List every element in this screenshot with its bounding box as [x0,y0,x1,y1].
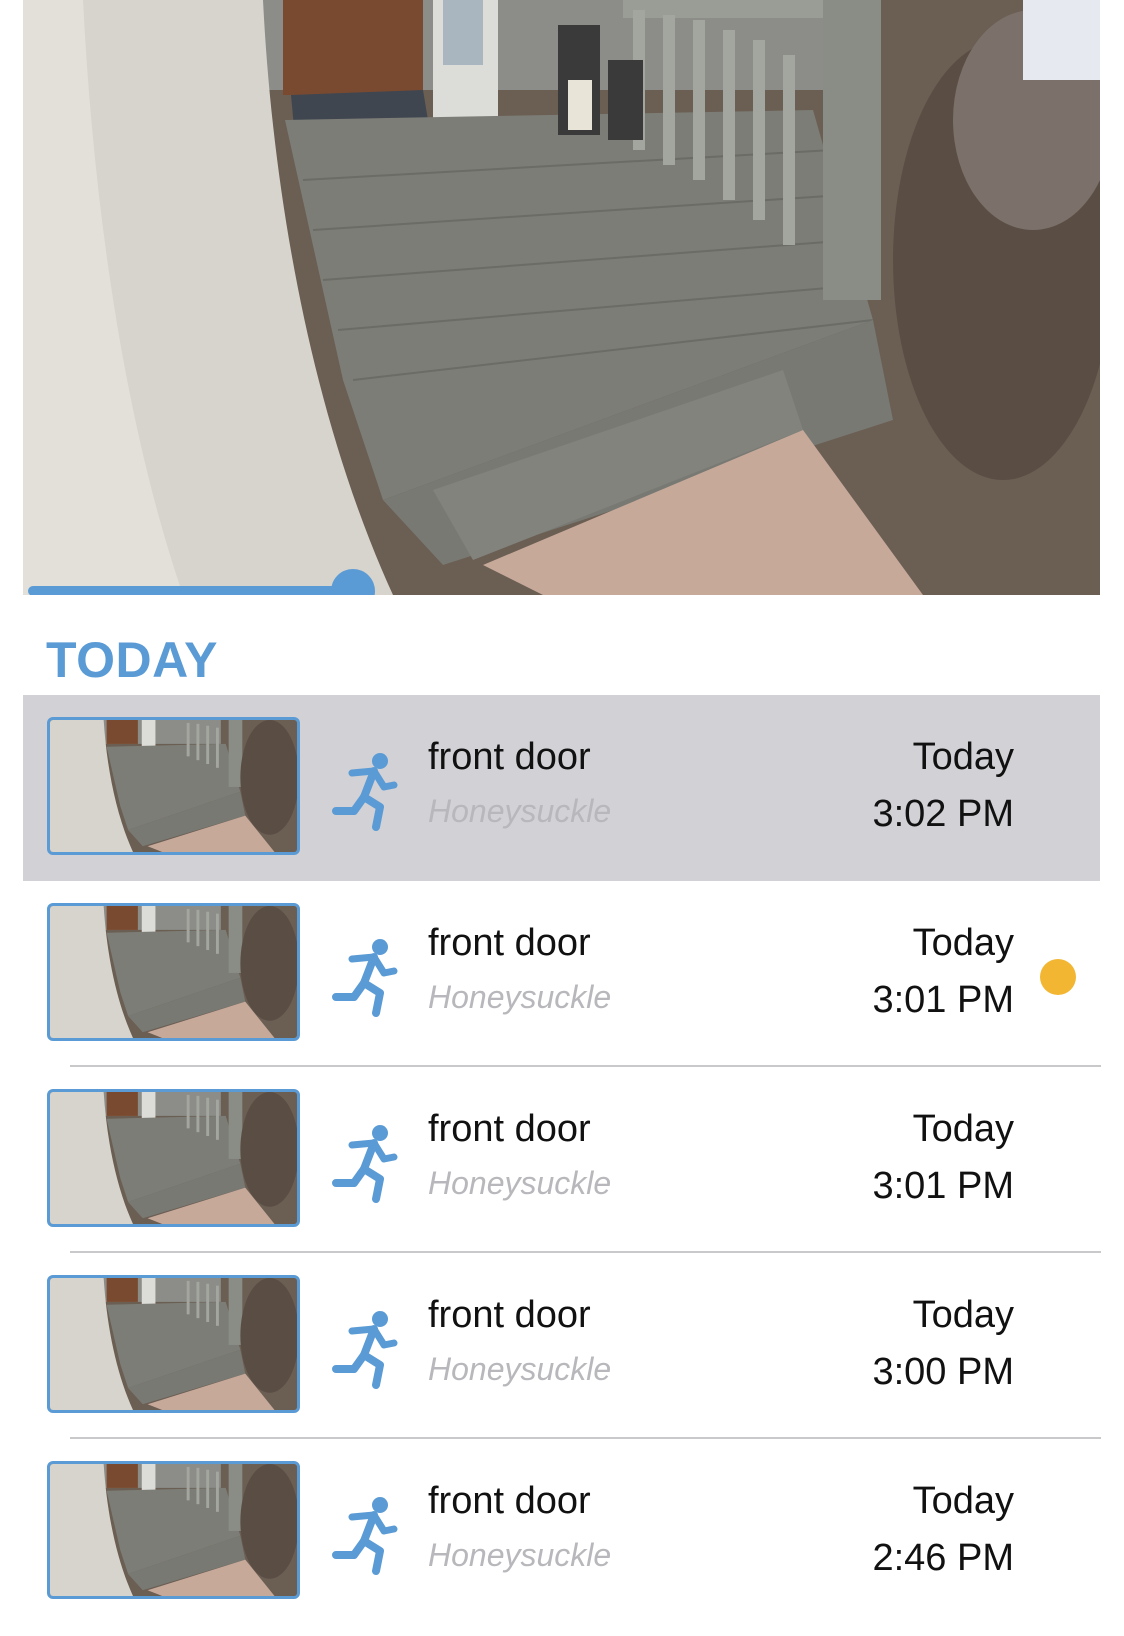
event-time: 3:01 PM [872,979,1014,1021]
event-day: Today [912,736,1014,778]
event-camera-name: front door [428,1480,591,1522]
event-list: front door Honeysuckle Today 3:02 PM fro… [0,695,1124,1625]
event-row[interactable]: front door Honeysuckle Today 3:01 PM [0,881,1124,1067]
event-day: Today [912,922,1014,964]
event-camera-name: front door [428,736,591,778]
running-person-icon [332,939,398,1017]
event-day: Today [912,1480,1014,1522]
event-time: 2:46 PM [872,1537,1014,1579]
event-camera-name: front door [428,922,591,964]
running-person-icon [332,753,398,831]
unread-indicator [1040,959,1076,995]
event-thumbnail[interactable] [47,903,300,1041]
section-title: TODAY [46,632,219,688]
event-location: Honeysuckle [428,1351,612,1387]
event-time: 3:00 PM [872,1351,1014,1393]
event-time: 3:02 PM [872,793,1014,835]
event-location: Honeysuckle [428,979,612,1015]
event-location: Honeysuckle [428,1165,612,1201]
event-row[interactable]: front door Honeysuckle Today 2:46 PM [0,1439,1124,1625]
event-day: Today [912,1108,1014,1150]
event-location: Honeysuckle [428,793,612,829]
running-person-icon [332,1125,398,1203]
event-camera-name: front door [428,1294,591,1336]
running-person-icon [332,1497,398,1575]
event-thumbnail[interactable] [47,1275,300,1413]
event-time: 3:01 PM [872,1165,1014,1207]
event-thumbnail[interactable] [47,1461,300,1599]
event-camera-name: front door [428,1108,591,1150]
event-thumbnail[interactable] [47,717,300,855]
running-person-icon [332,1311,398,1389]
scrubber-progress[interactable] [28,586,339,595]
event-row[interactable]: front door Honeysuckle Today 3:02 PM [23,695,1100,881]
video-player[interactable] [23,0,1100,595]
event-thumbnail[interactable] [47,1089,300,1227]
event-location: Honeysuckle [428,1537,612,1573]
event-day: Today [912,1294,1014,1336]
event-row[interactable]: front door Honeysuckle Today 3:00 PM [0,1253,1124,1439]
event-row[interactable]: front door Honeysuckle Today 3:01 PM [0,1067,1124,1253]
camera-frame [23,0,1100,595]
